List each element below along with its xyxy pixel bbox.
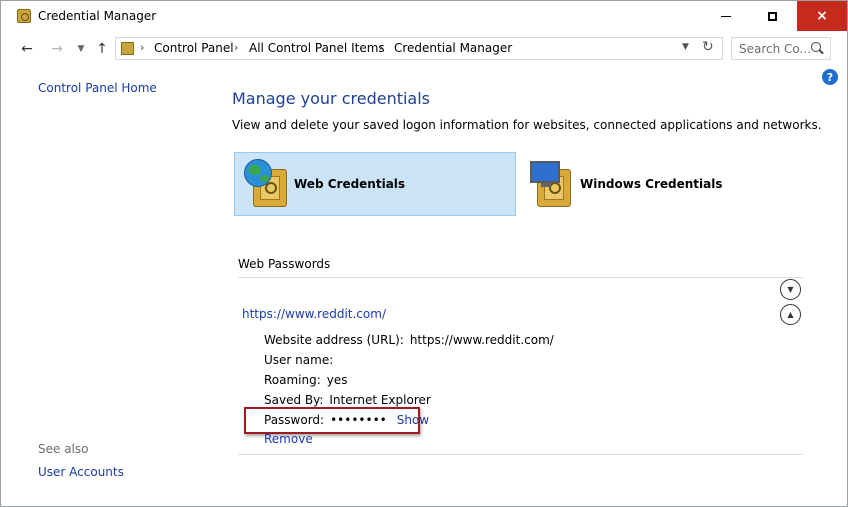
search-box[interactable]: Search Co... bbox=[731, 37, 831, 60]
web-credentials-tile[interactable]: Web Credentials bbox=[234, 152, 516, 216]
recent-locations-button[interactable]: ▼ bbox=[73, 38, 89, 60]
refresh-icon[interactable]: ↻ bbox=[702, 39, 714, 55]
arrow-right-icon: → bbox=[51, 41, 63, 57]
password-highlight-box bbox=[244, 407, 420, 434]
user-accounts-link[interactable]: User Accounts bbox=[38, 465, 124, 479]
up-button[interactable]: ↑ bbox=[91, 38, 113, 60]
windows-credentials-tile[interactable]: Windows Credentials bbox=[518, 152, 800, 216]
breadcrumb-separator-icon[interactable]: › bbox=[140, 41, 144, 54]
field-user-name: User name: bbox=[264, 353, 339, 367]
field-label: Roaming: bbox=[264, 373, 321, 387]
field-value: https://www.reddit.com/ bbox=[409, 333, 554, 347]
control-panel-icon bbox=[121, 42, 134, 55]
field-website-address: Website address (URL): https://www.reddit… bbox=[264, 333, 554, 347]
windows-credentials-label: Windows Credentials bbox=[580, 177, 723, 191]
minimize-button[interactable] bbox=[703, 1, 749, 31]
window-title: Credential Manager bbox=[38, 9, 157, 23]
address-bar[interactable]: › Control Panel › All Control Panel Item… bbox=[115, 37, 723, 60]
close-icon: × bbox=[816, 8, 828, 24]
breadcrumb-control-panel[interactable]: Control Panel bbox=[154, 41, 234, 55]
field-label: Saved By: bbox=[264, 393, 324, 407]
breadcrumb-credential-manager[interactable]: Credential Manager bbox=[394, 41, 512, 55]
field-saved-by: Saved By: Internet Explorer bbox=[264, 393, 431, 407]
minimize-icon bbox=[721, 15, 731, 17]
navigation-bar: ← → ▼ ↑ › Control Panel › All Control Pa… bbox=[1, 32, 847, 66]
credential-manager-window: Credential Manager × ← → ▼ ↑ › Control P… bbox=[0, 0, 848, 507]
see-also-label: See also bbox=[38, 442, 89, 456]
search-icon[interactable] bbox=[811, 42, 821, 52]
chevron-down-icon: ▼ bbox=[77, 44, 85, 54]
control-panel-home-link[interactable]: Control Panel Home bbox=[38, 81, 157, 95]
page-title: Manage your credentials bbox=[232, 89, 431, 108]
forward-button[interactable]: → bbox=[45, 38, 69, 60]
title-bar: Credential Manager × bbox=[1, 1, 847, 32]
arrow-up-icon: ↑ bbox=[96, 41, 108, 57]
divider bbox=[238, 277, 803, 278]
page-description: View and delete your saved logon informa… bbox=[232, 118, 822, 132]
arrow-left-icon: ← bbox=[21, 41, 33, 57]
address-dropdown-icon[interactable]: ▼ bbox=[682, 42, 689, 52]
divider bbox=[238, 454, 803, 455]
field-label: Website address (URL): bbox=[264, 333, 404, 347]
search-input[interactable]: Search Co... bbox=[739, 42, 811, 56]
field-roaming: Roaming: yes bbox=[264, 373, 348, 387]
remove-credential-link[interactable]: Remove bbox=[264, 432, 313, 446]
maximize-icon bbox=[767, 11, 777, 21]
breadcrumb-separator-icon[interactable]: › bbox=[379, 41, 383, 54]
maximize-button[interactable] bbox=[749, 1, 795, 31]
credential-site-link[interactable]: https://www.reddit.com/ bbox=[242, 307, 386, 321]
field-label: User name: bbox=[264, 353, 334, 367]
back-button[interactable]: ← bbox=[15, 38, 39, 60]
credential-manager-icon bbox=[17, 9, 31, 23]
monitor-icon bbox=[530, 161, 560, 187]
web-passwords-heading: Web Passwords bbox=[238, 257, 331, 271]
web-credentials-label: Web Credentials bbox=[294, 177, 406, 191]
field-value: Internet Explorer bbox=[329, 393, 431, 407]
globe-icon bbox=[244, 159, 272, 187]
collapse-credential-icon[interactable]: ▲ bbox=[780, 304, 801, 325]
help-icon[interactable]: ? bbox=[822, 69, 838, 85]
field-value: yes bbox=[326, 373, 348, 387]
close-button[interactable]: × bbox=[797, 1, 847, 31]
breadcrumb-separator-icon[interactable]: › bbox=[234, 41, 238, 54]
expand-all-icon[interactable]: ▼ bbox=[780, 279, 801, 300]
breadcrumb-all-items[interactable]: All Control Panel Items bbox=[249, 41, 385, 55]
